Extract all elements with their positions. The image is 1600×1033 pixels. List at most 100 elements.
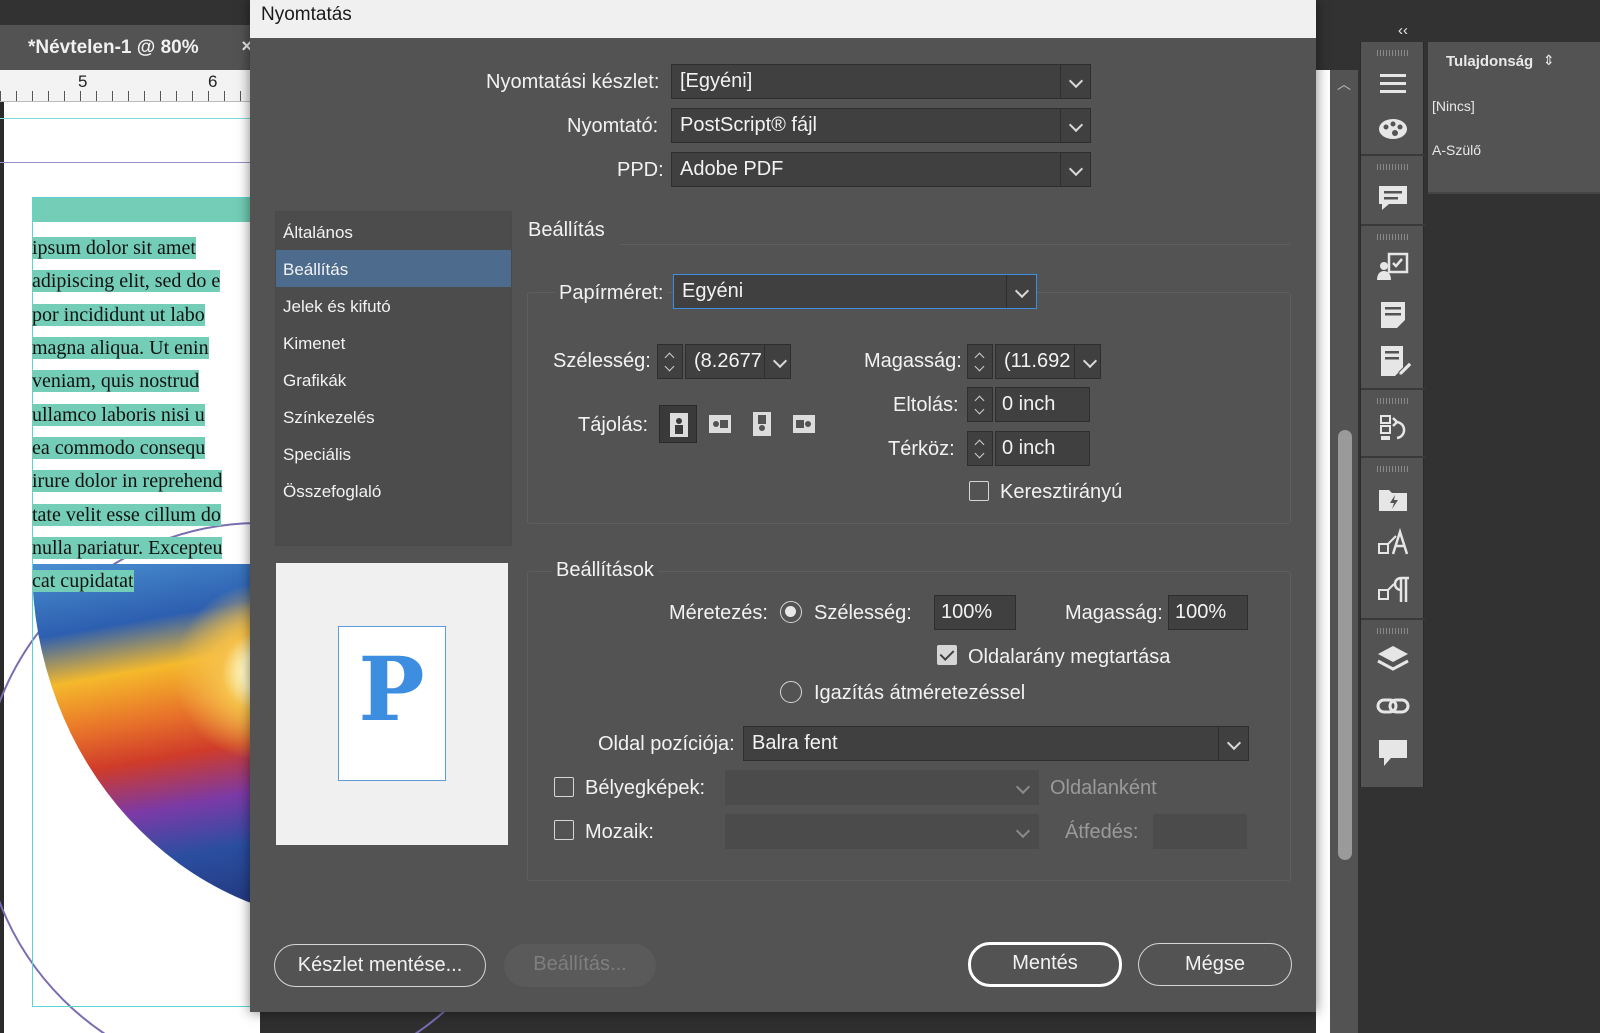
panel-grip[interactable]	[1377, 164, 1409, 170]
transverse-label: Keresztirányú	[1000, 481, 1123, 503]
panel-separator	[1361, 154, 1425, 156]
overlap-input[interactable]	[1153, 814, 1247, 849]
document-tab[interactable]: *Névtelen-1 @ 80% ×	[0, 25, 260, 70]
cc-libraries-icon[interactable]	[1373, 478, 1413, 518]
width-stepper[interactable]	[657, 344, 683, 379]
portrait-icon	[670, 413, 688, 437]
orientation-reverse-portrait-button[interactable]	[743, 405, 781, 443]
orientation-portrait-button[interactable]	[659, 405, 697, 443]
paragraph-icon[interactable]	[1373, 570, 1413, 610]
transverse-checkbox[interactable]	[969, 481, 989, 501]
links-icon[interactable]	[1373, 686, 1413, 726]
layers-icon[interactable]	[1373, 640, 1413, 680]
page-position-select[interactable]: Balra fent	[743, 726, 1249, 761]
menu-icon[interactable]	[1373, 64, 1413, 104]
width-input[interactable]: (8.2677	[685, 344, 791, 379]
keep-ratio-checkbox[interactable]	[937, 645, 957, 665]
setup-button[interactable]: Beállítás...	[504, 944, 656, 987]
print-preset-select[interactable]: [Egyéni]	[671, 64, 1091, 99]
offset-stepper[interactable]	[967, 387, 993, 422]
chevron-down-icon[interactable]	[1060, 109, 1090, 142]
thumbnails-label: Bélyegképek:	[585, 777, 706, 799]
nav-item-summary[interactable]: Összefoglaló	[276, 472, 511, 509]
panel-grip[interactable]	[1377, 50, 1409, 56]
print-preset-label: Nyomtatási készlet:	[486, 71, 660, 93]
nav-item-advanced[interactable]: Speciális	[276, 435, 511, 472]
chevron-down-icon[interactable]	[1060, 65, 1090, 98]
chevron-down-icon[interactable]	[1218, 727, 1248, 760]
tile-label: Mozaik:	[585, 821, 654, 843]
height-input[interactable]: (11.692	[995, 344, 1101, 379]
panel-grip[interactable]	[1377, 234, 1409, 240]
scroll-up-icon[interactable]: ︿	[1337, 74, 1351, 94]
orientation-label: Tájolás:	[578, 414, 649, 436]
thumbnails-select[interactable]	[725, 770, 1039, 805]
nav-item-color-management[interactable]: Színkezelés	[276, 398, 511, 435]
thumbnails-checkbox[interactable]	[554, 777, 574, 797]
save-button[interactable]: Mentés	[968, 942, 1122, 987]
review-icon[interactable]	[1373, 246, 1413, 286]
panel-icon-bar	[1360, 42, 1425, 787]
gap-stepper[interactable]	[967, 431, 993, 466]
keep-ratio-label: Oldalarány megtartása	[968, 646, 1171, 668]
panel-grip[interactable]	[1377, 466, 1409, 472]
text-line: veniam, quis nostrud	[32, 370, 200, 392]
print-preview[interactable]: P	[276, 563, 508, 845]
notes-icon[interactable]	[1373, 294, 1413, 334]
margin-guide	[0, 118, 260, 119]
offset-input[interactable]: 0 inch	[995, 387, 1090, 422]
ruler-ticks	[0, 91, 260, 101]
panel-separator	[1361, 224, 1425, 226]
chat-icon[interactable]	[1373, 732, 1413, 772]
paper-size-select[interactable]: Egyéni	[673, 274, 1037, 309]
chevron-down-icon[interactable]	[1006, 275, 1036, 308]
gap-input[interactable]: 0 inch	[995, 431, 1090, 466]
fit-label: Igazítás átméretezéssel	[814, 682, 1026, 704]
chevron-down-icon[interactable]	[1060, 153, 1090, 186]
scale-width-input[interactable]: 100%	[934, 595, 1016, 630]
tile-checkbox[interactable]	[554, 820, 574, 840]
edit-notes-icon[interactable]	[1373, 340, 1413, 380]
double-chevron-left-icon[interactable]: ‹‹	[1398, 22, 1408, 39]
swatches-icon[interactable]	[1373, 108, 1413, 148]
height-stepper[interactable]	[967, 344, 993, 379]
chevron-down-icon[interactable]	[764, 345, 790, 378]
parent-a-item[interactable]: A-Szülő	[1432, 142, 1481, 158]
print-dialog: Nyomtatás Nyomtatási készlet: [Egyéni] N…	[250, 0, 1316, 1012]
options-section-title: Beállítások	[552, 559, 658, 582]
dialog-title: Nyomtatás	[250, 0, 1316, 38]
updown-arrows-icon[interactable]: ⇕	[1543, 52, 1555, 69]
nav-item-setup[interactable]: Beállítás	[276, 250, 511, 287]
reverse-portrait-icon	[753, 412, 771, 436]
ruler-label: 6	[208, 72, 218, 91]
comments-icon[interactable]	[1373, 178, 1413, 218]
panel-grip[interactable]	[1377, 628, 1409, 634]
nav-item-general[interactable]: Általános	[276, 213, 511, 250]
nav-item-graphics[interactable]: Grafikák	[276, 361, 511, 398]
fit-radio[interactable]	[780, 681, 802, 703]
paragraph-styles-icon[interactable]	[1373, 408, 1413, 448]
properties-tab[interactable]: Tulajdonság	[1428, 42, 1560, 82]
nav-item-marks-bleed[interactable]: Jelek és kifutó	[276, 287, 511, 324]
preview-page: P	[338, 626, 446, 781]
column-guide	[0, 162, 260, 163]
orientation-landscape-button[interactable]	[701, 405, 739, 443]
panel-grip[interactable]	[1377, 398, 1409, 404]
parent-none-item[interactable]: [Nincs]	[1432, 98, 1475, 114]
horizontal-ruler[interactable]: 5 6	[0, 70, 260, 102]
scale-height-input[interactable]: 100%	[1168, 595, 1248, 630]
panel-divider	[1428, 192, 1600, 194]
scale-radio[interactable]	[780, 601, 802, 623]
orientation-reverse-landscape-button[interactable]	[785, 405, 823, 443]
cancel-button[interactable]: Mégse	[1138, 943, 1292, 986]
character-styles-icon[interactable]	[1373, 524, 1413, 564]
scrollbar-thumb[interactable]	[1338, 430, 1352, 860]
save-preset-button[interactable]: Készlet mentése...	[274, 944, 486, 987]
ppd-select[interactable]: Adobe PDF	[671, 152, 1091, 187]
tile-select[interactable]	[725, 814, 1039, 849]
nav-item-output[interactable]: Kimenet	[276, 324, 511, 361]
printer-select[interactable]: PostScript® fájl	[671, 108, 1091, 143]
ppd-value: Adobe PDF	[680, 158, 784, 180]
chevron-down-icon	[1008, 771, 1038, 804]
chevron-down-icon[interactable]	[1074, 345, 1100, 378]
